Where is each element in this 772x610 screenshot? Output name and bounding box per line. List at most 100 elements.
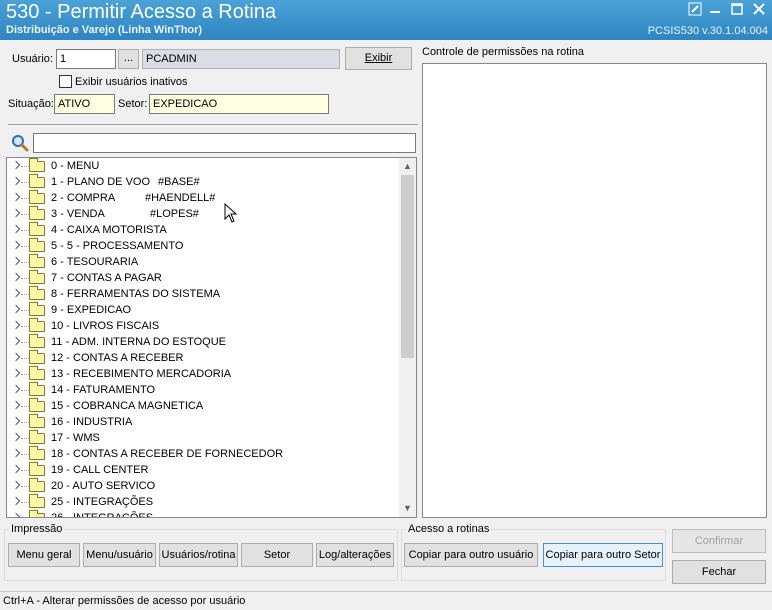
permissions-panel[interactable] <box>422 63 767 518</box>
chevron-right-icon[interactable] <box>11 272 21 282</box>
tree-connector <box>21 166 29 167</box>
chevron-right-icon[interactable] <box>11 320 21 330</box>
tree-connector <box>21 406 29 407</box>
tree-item[interactable]: 13 - RECEBIMENTO MERCADORIA <box>7 366 399 382</box>
folder-icon <box>29 334 45 348</box>
tree-item[interactable]: 2 - COMPRA #HAENDELL# <box>7 190 399 206</box>
scroll-down-icon[interactable]: ▼ <box>399 500 416 517</box>
chevron-right-icon[interactable] <box>11 512 21 517</box>
chevron-right-icon[interactable] <box>11 464 21 474</box>
folder-icon <box>29 414 45 428</box>
tree-scrollbar[interactable]: ▲ ▼ <box>399 158 416 517</box>
tree-connector <box>21 214 29 215</box>
usuarios-rotina-button[interactable]: Usuários/rotina <box>159 543 238 567</box>
search-input[interactable] <box>33 133 416 153</box>
close-icon[interactable] <box>752 2 766 16</box>
close-button[interactable]: Fechar <box>672 560 766 584</box>
situacao-field: ATIVO <box>54 94 115 114</box>
tree-item[interactable]: 17 - WMS <box>7 430 399 446</box>
tree-item[interactable]: 5 - 5 - PROCESSAMENTO <box>7 238 399 254</box>
tree-item[interactable]: 15 - COBRANCA MAGNETICA <box>7 398 399 414</box>
search-icon[interactable] <box>11 134 29 152</box>
chevron-right-icon[interactable] <box>11 480 21 490</box>
tree-item[interactable]: 16 - INDUSTRIA <box>7 414 399 430</box>
tree-item-label: 7 - CONTAS A PAGAR <box>51 272 162 284</box>
setor-button[interactable]: Setor <box>241 543 313 567</box>
chevron-right-icon[interactable] <box>11 432 21 442</box>
folder-icon <box>29 350 45 364</box>
chevron-right-icon[interactable] <box>11 288 21 298</box>
tree-connector <box>21 246 29 247</box>
tree-item[interactable]: 14 - FATURAMENTO <box>7 382 399 398</box>
tree-item[interactable]: 11 - ADM. INTERNA DO ESTOQUE <box>7 334 399 350</box>
copy-to-setor-button[interactable]: Copiar para outro Setor <box>543 543 663 567</box>
tree-item[interactable]: 9 - EXPEDICAO <box>7 302 399 318</box>
scroll-up-icon[interactable]: ▲ <box>399 158 416 175</box>
chevron-right-icon[interactable] <box>11 384 21 394</box>
menu-usuario-button[interactable]: Menu/usuário <box>83 543 156 567</box>
chevron-right-icon[interactable] <box>11 208 21 218</box>
divider <box>8 124 418 125</box>
tree-item[interactable]: 7 - CONTAS A PAGAR <box>7 270 399 286</box>
folder-icon <box>29 158 45 172</box>
tree-item[interactable]: 20 - AUTO SERVICO <box>7 478 399 494</box>
tree-item[interactable]: 10 - LIVROS FISCAIS <box>7 318 399 334</box>
maximize-icon[interactable] <box>730 2 744 16</box>
chevron-right-icon[interactable] <box>11 304 21 314</box>
chevron-right-icon[interactable] <box>11 448 21 458</box>
chevron-right-icon[interactable] <box>11 336 21 346</box>
tree-item[interactable]: 18 - CONTAS A RECEBER DE FORNECEDOR <box>7 446 399 462</box>
routine-tree[interactable]: 0 - MENU 1 - PLANO DE VOO #BASE# 2 - COMPRA… <box>6 157 417 518</box>
confirm-button[interactable]: Confirmar <box>672 529 766 553</box>
tree-item[interactable]: 0 - MENU <box>7 158 399 174</box>
folder-icon <box>29 254 45 268</box>
chevron-right-icon[interactable] <box>11 352 21 362</box>
minimize-icon[interactable] <box>708 2 722 16</box>
tree-item-label: 11 - ADM. INTERNA DO ESTOQUE <box>51 336 227 348</box>
folder-icon <box>29 302 45 316</box>
tree-item[interactable]: 4 - CAIXA MOTORISTA <box>7 222 399 238</box>
chevron-right-icon[interactable] <box>11 416 21 426</box>
impressao-title: Impressão <box>9 523 65 535</box>
chevron-right-icon[interactable] <box>11 224 21 234</box>
folder-icon <box>29 318 45 332</box>
folder-icon <box>29 478 45 492</box>
tree-item-label: 17 - WMS <box>51 432 100 444</box>
tree-item-label: 10 - LIVROS FISCAIS <box>51 320 160 332</box>
tree-connector <box>21 470 29 471</box>
folder-icon <box>29 206 45 220</box>
chevron-right-icon[interactable] <box>11 160 21 170</box>
chevron-right-icon[interactable] <box>11 400 21 410</box>
menu-geral-button[interactable]: Menu geral <box>8 543 80 567</box>
acesso-title: Acesso a rotinas <box>406 523 492 535</box>
inactive-users-checkbox[interactable] <box>59 75 72 88</box>
chevron-right-icon[interactable] <box>11 192 21 202</box>
log-alteracoes-button[interactable]: Log/alterações <box>316 543 394 567</box>
user-lookup-button[interactable]: ... <box>118 49 139 69</box>
tree-item[interactable]: 26 - INTEGRAÇÕES <box>7 510 399 517</box>
exibir-button[interactable]: Exibir <box>345 47 412 70</box>
chevron-right-icon[interactable] <box>11 256 21 266</box>
folder-icon <box>29 270 45 284</box>
usuario-label: Usuário: <box>12 53 53 65</box>
chevron-right-icon[interactable] <box>11 240 21 250</box>
tree-item[interactable]: 3 - VENDA #LOPES# <box>7 206 399 222</box>
tree-item[interactable]: 25 - INTEGRAÇÕES <box>7 494 399 510</box>
tree-connector <box>21 374 29 375</box>
edit-icon[interactable] <box>688 2 702 16</box>
tree-item[interactable]: 19 - CALL CENTER <box>7 462 399 478</box>
tree-item[interactable]: 12 - CONTAS A RECEBER <box>7 350 399 366</box>
chevron-right-icon[interactable] <box>11 176 21 186</box>
tree-item-tag: #LOPES# <box>150 208 199 220</box>
usuario-code-input[interactable]: 1 <box>56 49 116 69</box>
copy-to-user-button[interactable]: Copiar para outro usuário <box>404 543 538 567</box>
folder-icon <box>29 286 45 300</box>
chevron-right-icon[interactable] <box>11 368 21 378</box>
tree-item[interactable]: 1 - PLANO DE VOO #BASE# <box>7 174 399 190</box>
chevron-right-icon[interactable] <box>11 496 21 506</box>
tree-item-label: 25 - INTEGRAÇÕES <box>51 496 154 508</box>
tree-item-label: 9 - EXPEDICAO <box>51 304 132 316</box>
tree-item[interactable]: 8 - FERRAMENTAS DO SISTEMA <box>7 286 399 302</box>
scroll-thumb[interactable] <box>401 175 414 358</box>
tree-item[interactable]: 6 - TESOURARIA <box>7 254 399 270</box>
